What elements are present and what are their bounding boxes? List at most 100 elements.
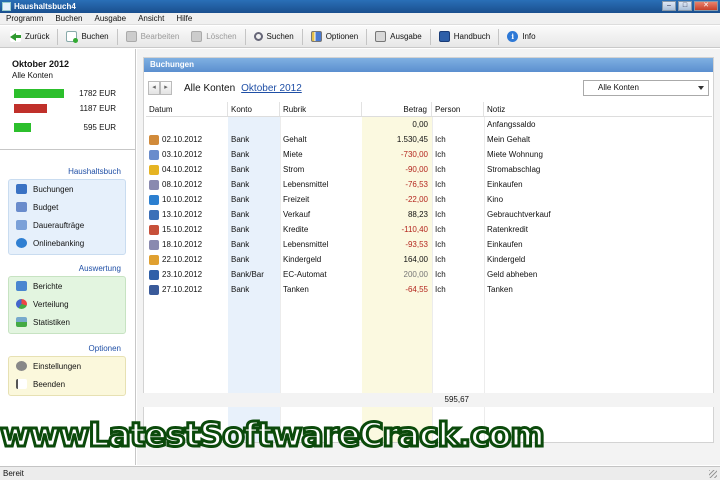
date-cell: 23.10.2012 [146, 267, 228, 282]
edit-button[interactable]: Bearbeiten [120, 28, 186, 46]
nav-onlinebanking-label: Onlinebanking [33, 238, 85, 248]
menu-ansicht[interactable]: Ansicht [138, 14, 164, 23]
options-button[interactable]: Optionen [305, 28, 364, 46]
search-button[interactable]: Suchen [248, 28, 300, 46]
rubrik-cell: Tanken [283, 285, 309, 294]
konto-cell [228, 117, 280, 132]
notiz-cell: Anfangssaldo [487, 120, 536, 129]
betrag-cell: -110,40 [362, 222, 432, 237]
betrag-cell: -93,53 [362, 237, 432, 252]
nav-statistiken[interactable]: Statistiken [9, 313, 125, 331]
table-row[interactable]: 13.10.2012 Bank Verkauf 88,23 Ich Gebrauchtve… [146, 207, 712, 222]
table-row[interactable]: 04.10.2012 Bank Strom -90,00 Ich Stromabschla… [146, 162, 712, 177]
table-row[interactable]: 22.10.2012 Bank Kindergeld 164,00 Ich Kinderg… [146, 252, 712, 267]
konto-cell: Bank [228, 162, 280, 177]
category-icon [149, 254, 159, 265]
nav-einstellungen[interactable]: Einstellungen [9, 357, 125, 375]
notiz-cell: Ratenkredit [487, 225, 528, 234]
output-label: Ausgabe [390, 32, 422, 41]
rubrik-cell: Lebensmittel [283, 240, 329, 249]
info-button[interactable]: i Info [501, 28, 541, 46]
menu-bar: Programm Buchen Ausgabe Ansicht Hilfe [0, 13, 720, 25]
toolbar-separator [57, 28, 59, 45]
col-konto[interactable]: Konto [228, 102, 280, 116]
back-button[interactable]: Zurück [4, 28, 55, 46]
nav-dauerauftraege[interactable]: Daueraufträge [9, 216, 125, 234]
maximize-button[interactable]: □ [678, 1, 692, 11]
menu-hilfe[interactable]: Hilfe [176, 14, 192, 23]
status-text: Bereit [3, 469, 24, 478]
date-cell: 02.10.2012 [146, 132, 228, 147]
delete-button[interactable]: Löschen [185, 28, 242, 46]
notiz-cell: Einkaufen [487, 180, 523, 189]
list-icon [16, 184, 27, 194]
table-row[interactable]: 02.10.2012 Bank Gehalt 1.530,45 Ich Mein Geha… [146, 132, 712, 147]
table-row[interactable]: 18.10.2012 Bank Lebensmittel -93,53 Ich Einka… [146, 237, 712, 252]
col-datum[interactable]: Datum [146, 102, 228, 116]
nav-onlinebanking[interactable]: Onlinebanking [9, 234, 125, 252]
printer-icon [375, 31, 387, 42]
table-row[interactable]: 23.10.2012 Bank/Bar EC-Automat 200,00 Ich Gel… [146, 267, 712, 282]
account-filter-select[interactable]: Alle Konten [583, 80, 709, 96]
category-icon [149, 239, 159, 250]
konto-cell: Bank [228, 147, 280, 162]
date-cell: 03.10.2012 [146, 147, 228, 162]
betrag-cell: 1.530,45 [362, 132, 432, 147]
next-month-button[interactable]: ▸ [160, 81, 172, 95]
date-text: 23.10.2012 [162, 270, 203, 279]
menu-buchen[interactable]: Buchen [55, 14, 82, 23]
nav-beenden[interactable]: Beenden [9, 375, 125, 393]
section-title-auswertung: Auswertung [78, 264, 121, 273]
table-row[interactable]: 10.10.2012 Bank Freizeit -22,00 Ich Kino [146, 192, 712, 207]
table-row[interactable]: 0,00 Anfangssaldo [146, 117, 712, 132]
table-row[interactable]: 27.10.2012 Bank Tanken -64,55 Ich Tanken [146, 282, 712, 297]
book-button[interactable]: Buchen [60, 28, 114, 46]
col-notiz[interactable]: Notiz [484, 102, 712, 116]
date-text: 27.10.2012 [162, 285, 203, 294]
globe-icon [16, 238, 27, 248]
sidebar-header: Oktober 2012 Alle Konten [0, 49, 135, 80]
date-cell: 08.10.2012 [146, 177, 228, 192]
nav-beenden-label: Beenden [33, 379, 66, 389]
col-person[interactable]: Person [432, 102, 484, 116]
section-auswertung: Berichte Verteilung Statistiken [8, 276, 126, 334]
nav-statistiken-label: Statistiken [33, 317, 70, 327]
output-button[interactable]: Ausgabe [369, 28, 428, 46]
date-text: 10.10.2012 [162, 195, 203, 204]
category-icon [149, 179, 159, 190]
minimize-button[interactable]: – [662, 1, 676, 11]
toolbar-separator [498, 28, 500, 45]
notiz-cell: Mein Gehalt [487, 135, 531, 144]
rubrik-cell: Gehalt [283, 135, 307, 144]
table-row[interactable]: 15.10.2012 Bank Kredite -110,40 Ich Ratenkred… [146, 222, 712, 237]
person-cell: Ich [435, 150, 446, 159]
back-label: Zurück [25, 32, 50, 41]
resize-grip[interactable] [709, 470, 717, 478]
col-rubrik[interactable]: Rubrik [280, 102, 362, 116]
section-optionen: Einstellungen Beenden [8, 356, 126, 396]
close-button[interactable]: ✕ [694, 1, 718, 11]
income-value: 1782 EUR [79, 89, 116, 98]
nav-budget[interactable]: Budget [9, 198, 125, 216]
nav-verteilung[interactable]: Verteilung [9, 295, 125, 313]
manual-button[interactable]: Handbuch [433, 28, 496, 46]
nav-berichte[interactable]: Berichte [9, 277, 125, 295]
previous-month-button[interactable]: ◂ [148, 81, 160, 95]
menu-ausgabe[interactable]: Ausgabe [94, 14, 126, 23]
month-link[interactable]: Oktober 2012 [241, 83, 302, 94]
notiz-cell: Tanken [487, 285, 513, 294]
table-row[interactable]: 03.10.2012 Bank Miete -730,00 Ich Miete Wohnu… [146, 147, 712, 162]
date-cell: 22.10.2012 [146, 252, 228, 267]
betrag-cell: -730,00 [362, 147, 432, 162]
table-body: 0,00 Anfangssaldo 02.10.2012 Bank Gehalt 1.53… [146, 117, 712, 297]
date-text: 04.10.2012 [162, 165, 203, 174]
konto-cell: Bank [228, 132, 280, 147]
options-icon [310, 31, 322, 42]
col-betrag[interactable]: Betrag [362, 102, 432, 116]
category-icon [149, 209, 159, 220]
rubrik-cell: Verkauf [283, 210, 311, 219]
nav-buchungen[interactable]: Buchungen [9, 180, 125, 198]
table-row[interactable]: 08.10.2012 Bank Lebensmittel -76,53 Ich Einka… [146, 177, 712, 192]
expense-value: 1187 EUR [79, 104, 116, 113]
menu-programm[interactable]: Programm [6, 14, 43, 23]
